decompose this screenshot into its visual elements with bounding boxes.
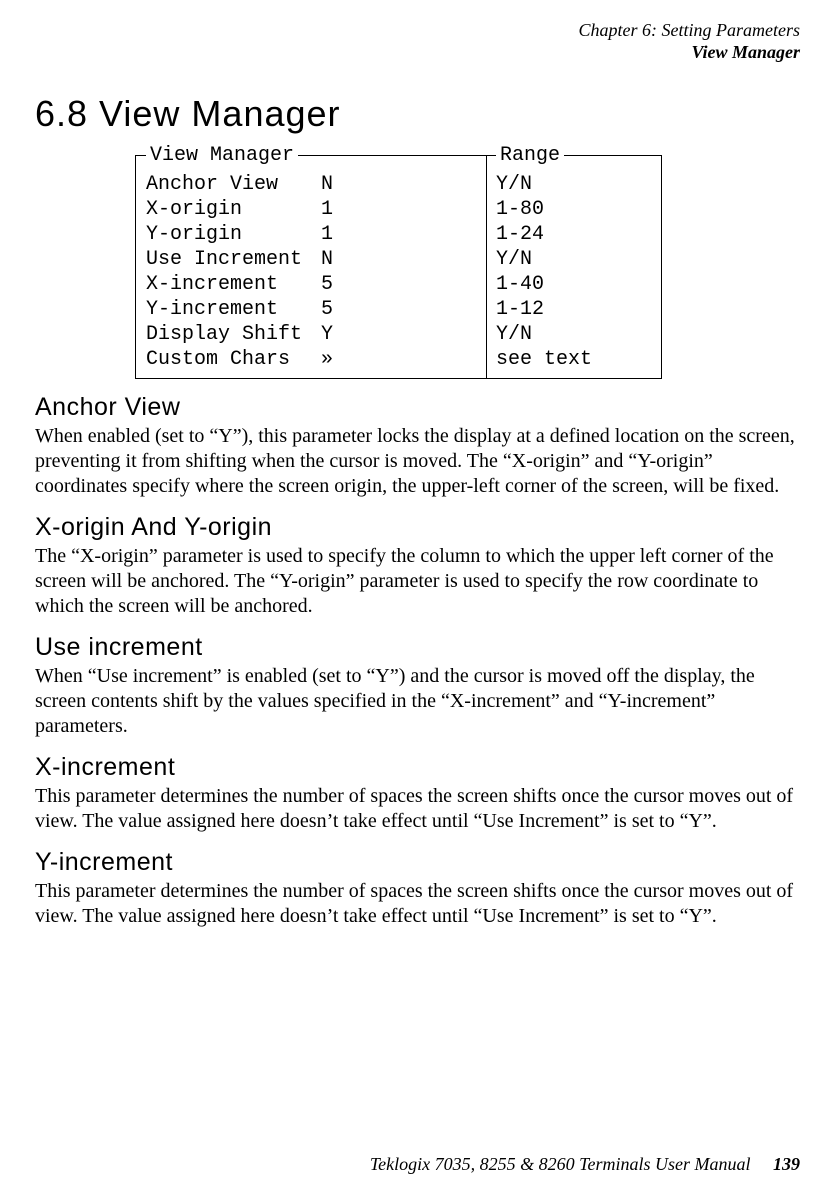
view-manager-legend: View Manager [146,143,298,168]
page-number: 139 [773,1154,800,1174]
subheading-x-y-origin: X-origin And Y-origin [35,513,800,542]
param-label: Use Increment [146,247,321,272]
param-range: Y/N [496,247,532,272]
table-row: Anchor ViewN [146,172,476,197]
subheading-use-increment: Use increment [35,633,800,662]
range-box: Range Y/N 1-80 1-24 Y/N 1-40 1-12 Y/N se… [486,143,662,379]
table-row: Y/N [496,247,651,272]
param-range: 1-12 [496,297,544,322]
param-label: X-increment [146,272,321,297]
view-manager-params-box: View Manager Anchor ViewN X-origin1 Y-or… [135,143,487,379]
body-x-increment: This parameter determines the number of … [35,784,800,834]
param-label: X-origin [146,197,321,222]
param-value: 1 [321,197,346,222]
section-title: 6.8 View Manager [35,93,800,135]
table-row: Display ShiftY [146,322,476,347]
table-row: Y-origin1 [146,222,476,247]
param-value: N [321,172,346,197]
param-range: Y/N [496,172,532,197]
param-value: 1 [321,222,346,247]
table-row: Y/N [496,172,651,197]
param-value: 5 [321,272,346,297]
table-row: Y-increment5 [146,297,476,322]
page-header: Chapter 6: Setting Parameters View Manag… [35,20,800,63]
table-row: Custom Chars» [146,347,476,372]
param-range: 1-80 [496,197,544,222]
param-value: Y [321,322,346,347]
param-value: 5 [321,297,346,322]
param-range: Y/N [496,322,532,347]
subheading-x-increment: X-increment [35,753,800,782]
param-label: Custom Chars [146,347,321,372]
param-range: 1-40 [496,272,544,297]
table-row: Use IncrementN [146,247,476,272]
param-label: Y-origin [146,222,321,247]
header-section: View Manager [35,42,800,64]
param-label: Y-increment [146,297,321,322]
body-y-increment: This parameter determines the number of … [35,879,800,929]
table-row: see text [496,347,651,372]
header-chapter: Chapter 6: Setting Parameters [35,20,800,42]
table-row: 1-80 [496,197,651,222]
param-value: » [321,347,346,372]
table-row: 1-12 [496,297,651,322]
table-row: 1-40 [496,272,651,297]
subheading-y-increment: Y-increment [35,848,800,877]
body-use-increment: When “Use increment” is enabled (set to … [35,664,800,739]
param-value: N [321,247,346,272]
param-label: Display Shift [146,322,321,347]
range-legend: Range [496,143,564,168]
page-footer: Teklogix 7035, 8255 & 8260 Terminals Use… [370,1154,800,1175]
table-row: X-origin1 [146,197,476,222]
view-manager-table: View Manager Anchor ViewN X-origin1 Y-or… [135,143,800,379]
footer-text: Teklogix 7035, 8255 & 8260 Terminals Use… [370,1154,751,1174]
param-range: 1-24 [496,222,544,247]
body-x-y-origin: The “X-origin” parameter is used to spec… [35,544,800,619]
param-label: Anchor View [146,172,321,197]
subheading-anchor-view: Anchor View [35,393,800,422]
param-range: see text [496,347,592,372]
table-row: Y/N [496,322,651,347]
table-row: 1-24 [496,222,651,247]
body-anchor-view: When enabled (set to “Y”), this paramete… [35,424,800,499]
table-row: X-increment5 [146,272,476,297]
